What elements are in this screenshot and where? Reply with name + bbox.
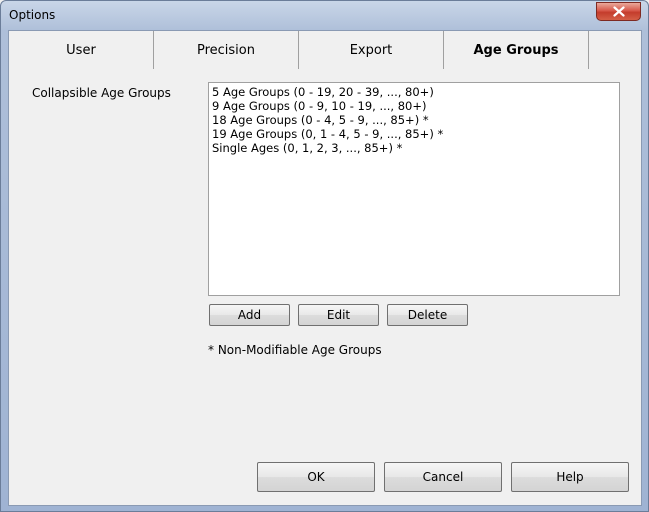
tab-strip-filler (589, 31, 641, 69)
tab-export[interactable]: Export (299, 31, 444, 69)
tab-user[interactable]: User (9, 31, 154, 69)
list-item[interactable]: 19 Age Groups (0, 1 - 4, 5 - 9, ..., 85+… (212, 127, 616, 141)
ok-button[interactable]: OK (257, 462, 375, 492)
non-modifiable-note: * Non-Modifiable Age Groups (208, 343, 382, 357)
tab-strip: User Precision Export Age Groups (9, 31, 641, 69)
close-icon (612, 6, 625, 17)
delete-button[interactable]: Delete (387, 304, 468, 326)
cancel-button[interactable]: Cancel (384, 462, 502, 492)
tab-age-groups[interactable]: Age Groups (444, 31, 589, 69)
tab-precision[interactable]: Precision (154, 31, 299, 69)
dialog-body: User Precision Export Age Groups Collaps… (8, 30, 642, 506)
list-item[interactable]: 5 Age Groups (0 - 19, 20 - 39, ..., 80+) (212, 85, 616, 99)
collapsible-age-groups-label: Collapsible Age Groups (32, 86, 171, 100)
list-item[interactable]: 18 Age Groups (0 - 4, 5 - 9, ..., 85+) * (212, 113, 616, 127)
help-button[interactable]: Help (511, 462, 629, 492)
close-button[interactable] (596, 2, 641, 21)
add-button[interactable]: Add (209, 304, 290, 326)
age-groups-listbox[interactable]: 5 Age Groups (0 - 19, 20 - 39, ..., 80+)… (208, 82, 620, 296)
list-item[interactable]: 9 Age Groups (0 - 9, 10 - 19, ..., 80+) (212, 99, 616, 113)
list-item[interactable]: Single Ages (0, 1, 2, 3, ..., 85+) * (212, 141, 616, 155)
options-window: Options User Precision Export Age Groups… (0, 0, 649, 512)
title-bar[interactable]: Options (1, 1, 648, 29)
window-title: Options (9, 8, 56, 22)
edit-button[interactable]: Edit (298, 304, 379, 326)
